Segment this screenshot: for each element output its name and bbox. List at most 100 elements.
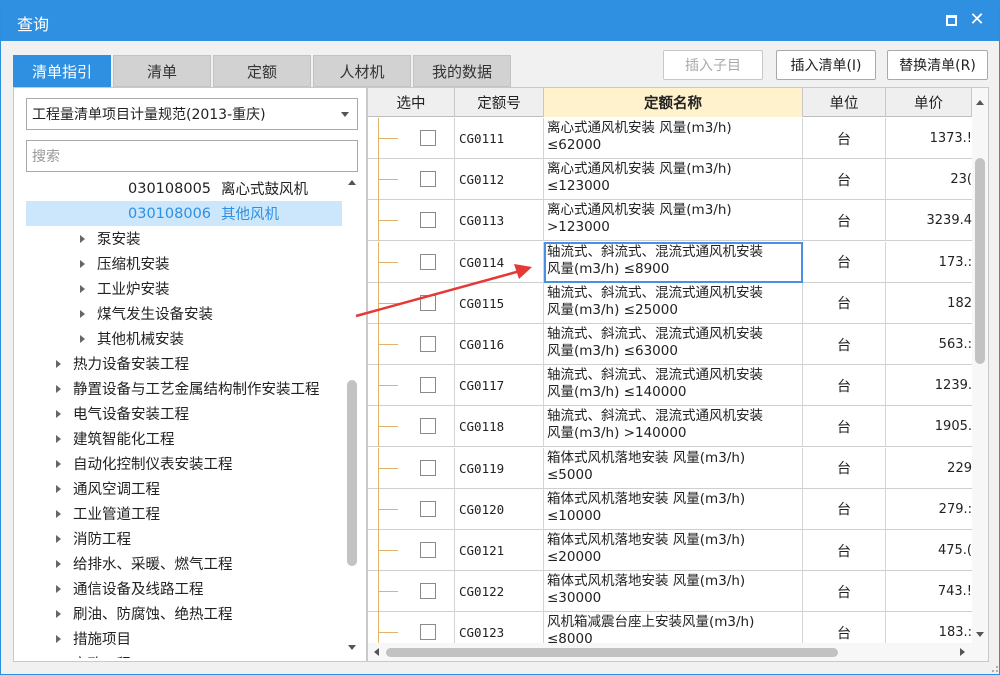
table-row[interactable]: CG0111 离心式通风机安装 风量(m3/h) ≤62000 台 1373.! — [368, 118, 972, 159]
tree-item[interactable]: 030108006 其他风机 — [26, 201, 342, 226]
quota-name[interactable]: 离心式通风机安装 风量(m3/h) ≤123000 — [544, 159, 803, 201]
chevron-right-icon[interactable] — [80, 334, 85, 343]
chevron-right-icon[interactable] — [80, 259, 85, 268]
row-checkbox[interactable] — [420, 294, 436, 311]
row-checkbox[interactable] — [420, 624, 436, 641]
row-checkbox[interactable] — [420, 418, 436, 435]
quota-name[interactable]: 轴流式、斜流式、混流式通风机安装 风量(m3/h) >140000 — [544, 406, 803, 448]
quota-name[interactable]: 轴流式、斜流式、混流式通风机安装 风量(m3/h) ≤8900 — [544, 241, 803, 283]
title-bar[interactable]: 查询 ✕ — [1, 1, 999, 41]
row-checkbox[interactable] — [420, 542, 436, 558]
scroll-down-icon[interactable] — [976, 632, 984, 637]
header-select[interactable]: 选中 — [368, 88, 455, 117]
chevron-right-icon[interactable] — [56, 584, 61, 593]
chevron-right-icon[interactable] — [56, 409, 61, 418]
tree-item[interactable]: 工业炉安装 — [26, 276, 342, 301]
row-checkbox[interactable] — [420, 130, 436, 146]
table-row[interactable]: CG0114 轴流式、斜流式、混流式通风机安装 风量(m3/h) ≤8900 台 173… — [368, 241, 972, 283]
tree-item[interactable]: 建筑智能化工程 — [26, 426, 342, 451]
row-checkbox[interactable] — [420, 171, 436, 188]
chevron-right-icon[interactable] — [80, 284, 85, 293]
chevron-right-icon[interactable] — [56, 534, 61, 543]
resize-grip-icon[interactable] — [987, 661, 999, 673]
header-code[interactable]: 定额号 — [455, 88, 544, 117]
quota-name[interactable]: 轴流式、斜流式、混流式通风机安装 风量(m3/h) ≤63000 — [544, 324, 803, 365]
tree-item[interactable]: 消防工程 — [26, 526, 342, 551]
quota-name[interactable]: 箱体式风机落地安装 风量(m3/h) ≤10000 — [544, 488, 803, 530]
table-row[interactable]: CG0122 箱体式风机落地安装 风量(m3/h) ≤30000 台 743.! — [368, 571, 972, 613]
scroll-left-icon[interactable] — [374, 648, 379, 656]
tree-item[interactable]: 通风空调工程 — [26, 476, 342, 501]
scroll-thumb[interactable] — [975, 158, 985, 364]
chevron-right-icon[interactable] — [56, 634, 61, 643]
scroll-thumb[interactable] — [386, 648, 838, 657]
tab-list[interactable]: 清单 — [113, 55, 211, 87]
chevron-right-icon[interactable] — [80, 309, 85, 318]
chevron-right-icon[interactable] — [56, 484, 61, 493]
tab-list-guide[interactable]: 清单指引 — [13, 55, 111, 87]
tree-item[interactable]: 给排水、采暖、燃气工程 — [26, 551, 342, 576]
scroll-up-icon[interactable] — [348, 180, 356, 185]
table-row[interactable]: CG0116 轴流式、斜流式、混流式通风机安装 风量(m3/h) ≤63000 台 56… — [368, 324, 972, 365]
tab-quota[interactable]: 定额 — [213, 55, 311, 87]
quota-name[interactable]: 箱体式风机落地安装 风量(m3/h) ≤20000 — [544, 530, 803, 571]
scroll-thumb[interactable] — [347, 380, 357, 566]
table-row[interactable]: CG0115 轴流式、斜流式、混流式通风机安装 风量(m3/h) ≤25000 台 18… — [368, 282, 972, 324]
header-name[interactable]: 定额名称 — [544, 88, 803, 117]
tree-item[interactable]: 静置设备与工艺金属结构制作安装工程 — [26, 376, 342, 401]
row-checkbox[interactable] — [420, 500, 436, 517]
table-row[interactable]: CG0120 箱体式风机落地安装 风量(m3/h) ≤10000 台 279.: — [368, 488, 972, 530]
tree-item[interactable]: 泵安装 — [26, 226, 342, 251]
scroll-right-icon[interactable] — [960, 648, 965, 656]
header-price[interactable]: 单价 — [886, 88, 972, 117]
row-checkbox[interactable] — [420, 459, 436, 476]
spec-select[interactable]: 工程量清单项目计量规范(2013-重庆) — [26, 98, 358, 130]
tree-item[interactable]: 工业管道工程 — [26, 501, 342, 526]
tree-item[interactable]: 市政工程 — [26, 651, 342, 658]
tree-item[interactable]: 措施项目 — [26, 626, 342, 651]
quota-name[interactable]: 轴流式、斜流式、混流式通风机安装 风量(m3/h) ≤25000 — [544, 282, 803, 324]
table-row[interactable]: CG0113 离心式通风机安装 风量(m3/h) >123000 台 3239.4 — [368, 200, 972, 242]
scroll-up-icon[interactable] — [976, 100, 984, 105]
tree-item[interactable]: 煤气发生设备安装 — [26, 301, 342, 326]
grid-horizontal-scrollbar[interactable] — [368, 643, 988, 661]
table-row[interactable]: CG0121 箱体式风机落地安装 风量(m3/h) ≤20000 台 475.( — [368, 530, 972, 571]
tree-item[interactable]: 其他机械安装 — [26, 326, 342, 351]
row-checkbox[interactable] — [420, 336, 436, 352]
tree-item[interactable]: 热力设备安装工程 — [26, 351, 342, 376]
row-checkbox[interactable] — [420, 253, 436, 270]
tree-item[interactable]: 自动化控制仪表安装工程 — [26, 451, 342, 476]
tree-item[interactable]: 电气设备安装工程 — [26, 401, 342, 426]
header-unit[interactable]: 单位 — [803, 88, 886, 117]
tab-labor-material-machine[interactable]: 人材机 — [313, 55, 411, 87]
table-row[interactable]: CG0112 离心式通风机安装 风量(m3/h) ≤123000 台 23( — [368, 159, 972, 201]
tree-item[interactable]: 通信设备及线路工程 — [26, 576, 342, 601]
tree-item[interactable]: 压缩机安装 — [26, 251, 342, 276]
table-row[interactable]: CG0117 轴流式、斜流式、混流式通风机安装 风量(m3/h) ≤140000 台 1… — [368, 365, 972, 407]
chevron-right-icon[interactable] — [56, 509, 61, 518]
replace-list-button[interactable]: 替换清单(R) — [887, 50, 988, 80]
quota-name[interactable]: 箱体式风机落地安装 风量(m3/h) ≤30000 — [544, 571, 803, 613]
grid-vertical-scrollbar[interactable] — [972, 88, 988, 643]
quota-name[interactable]: 离心式通风机安装 风量(m3/h) >123000 — [544, 200, 803, 242]
chevron-right-icon[interactable] — [56, 434, 61, 443]
chevron-right-icon[interactable] — [56, 459, 61, 468]
chevron-right-icon[interactable] — [80, 234, 85, 243]
chevron-right-icon[interactable] — [56, 609, 61, 618]
quota-name[interactable]: 箱体式风机落地安装 风量(m3/h) ≤5000 — [544, 447, 803, 489]
chevron-right-icon[interactable] — [56, 359, 61, 368]
insert-list-button[interactable]: 插入清单(I) — [776, 50, 876, 80]
scroll-down-icon[interactable] — [348, 645, 356, 650]
close-button[interactable]: ✕ — [967, 10, 987, 30]
tree-item[interactable]: 刷油、防腐蚀、绝热工程 — [26, 601, 342, 626]
row-checkbox[interactable] — [420, 583, 436, 600]
chevron-right-icon[interactable] — [56, 384, 61, 393]
chevron-right-icon[interactable] — [56, 559, 61, 568]
table-row[interactable]: CG0119 箱体式风机落地安装 风量(m3/h) ≤5000 台 229 — [368, 447, 972, 489]
quota-name[interactable]: 轴流式、斜流式、混流式通风机安装 风量(m3/h) ≤140000 — [544, 365, 803, 407]
search-input[interactable]: 搜索 — [26, 140, 358, 172]
row-checkbox[interactable] — [420, 377, 436, 394]
insert-child-button[interactable]: 插入子目 — [663, 50, 763, 80]
maximize-button[interactable] — [941, 10, 961, 30]
row-checkbox[interactable] — [420, 212, 436, 229]
